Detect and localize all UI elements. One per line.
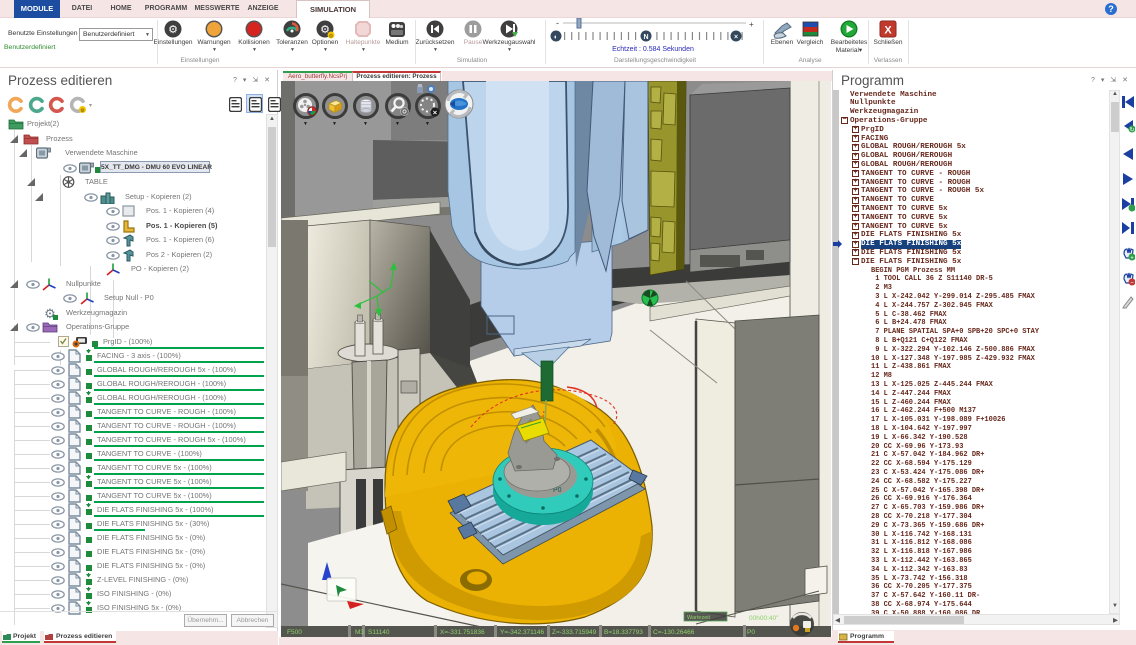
svg-text:X=-331.751836: X=-331.751836	[440, 629, 485, 636]
svg-text:+: +	[1130, 256, 1134, 262]
svg-text:⚙: ⚙	[168, 24, 178, 36]
svg-text:Z=-333.715949: Z=-333.715949	[552, 629, 597, 636]
svg-text:Y=-342.371146: Y=-342.371146	[500, 629, 545, 636]
svg-text:00h00:40": 00h00:40"	[749, 615, 779, 622]
svg-text:P0: P0	[747, 629, 755, 636]
svg-text:↻: ↻	[1129, 127, 1134, 134]
svg-text:N: N	[643, 34, 648, 41]
svg-text:⚙: ⚙	[80, 108, 85, 114]
svg-text:X: X	[884, 25, 892, 37]
svg-text:-: -	[556, 18, 559, 28]
svg-text:−: −	[1130, 281, 1134, 287]
svg-text:F500: F500	[287, 629, 302, 636]
svg-text:×: ×	[433, 108, 438, 117]
svg-text:B=18.337793: B=18.337793	[604, 629, 643, 636]
svg-text:Echtzeit : 0.584 Sekunden: Echtzeit : 0.584 Sekunden	[612, 46, 694, 53]
svg-text:×: ×	[734, 34, 738, 41]
svg-text:◐: ◐	[554, 34, 558, 41]
svg-text:+: +	[749, 20, 754, 29]
svg-text:?: ?	[1108, 4, 1114, 14]
svg-text:C=-130.26466: C=-130.26466	[653, 629, 695, 636]
svg-text:S11140: S11140	[368, 629, 390, 636]
svg-text:Wartezeit: Wartezeit	[687, 615, 710, 621]
svg-text:M3: M3	[355, 629, 364, 636]
